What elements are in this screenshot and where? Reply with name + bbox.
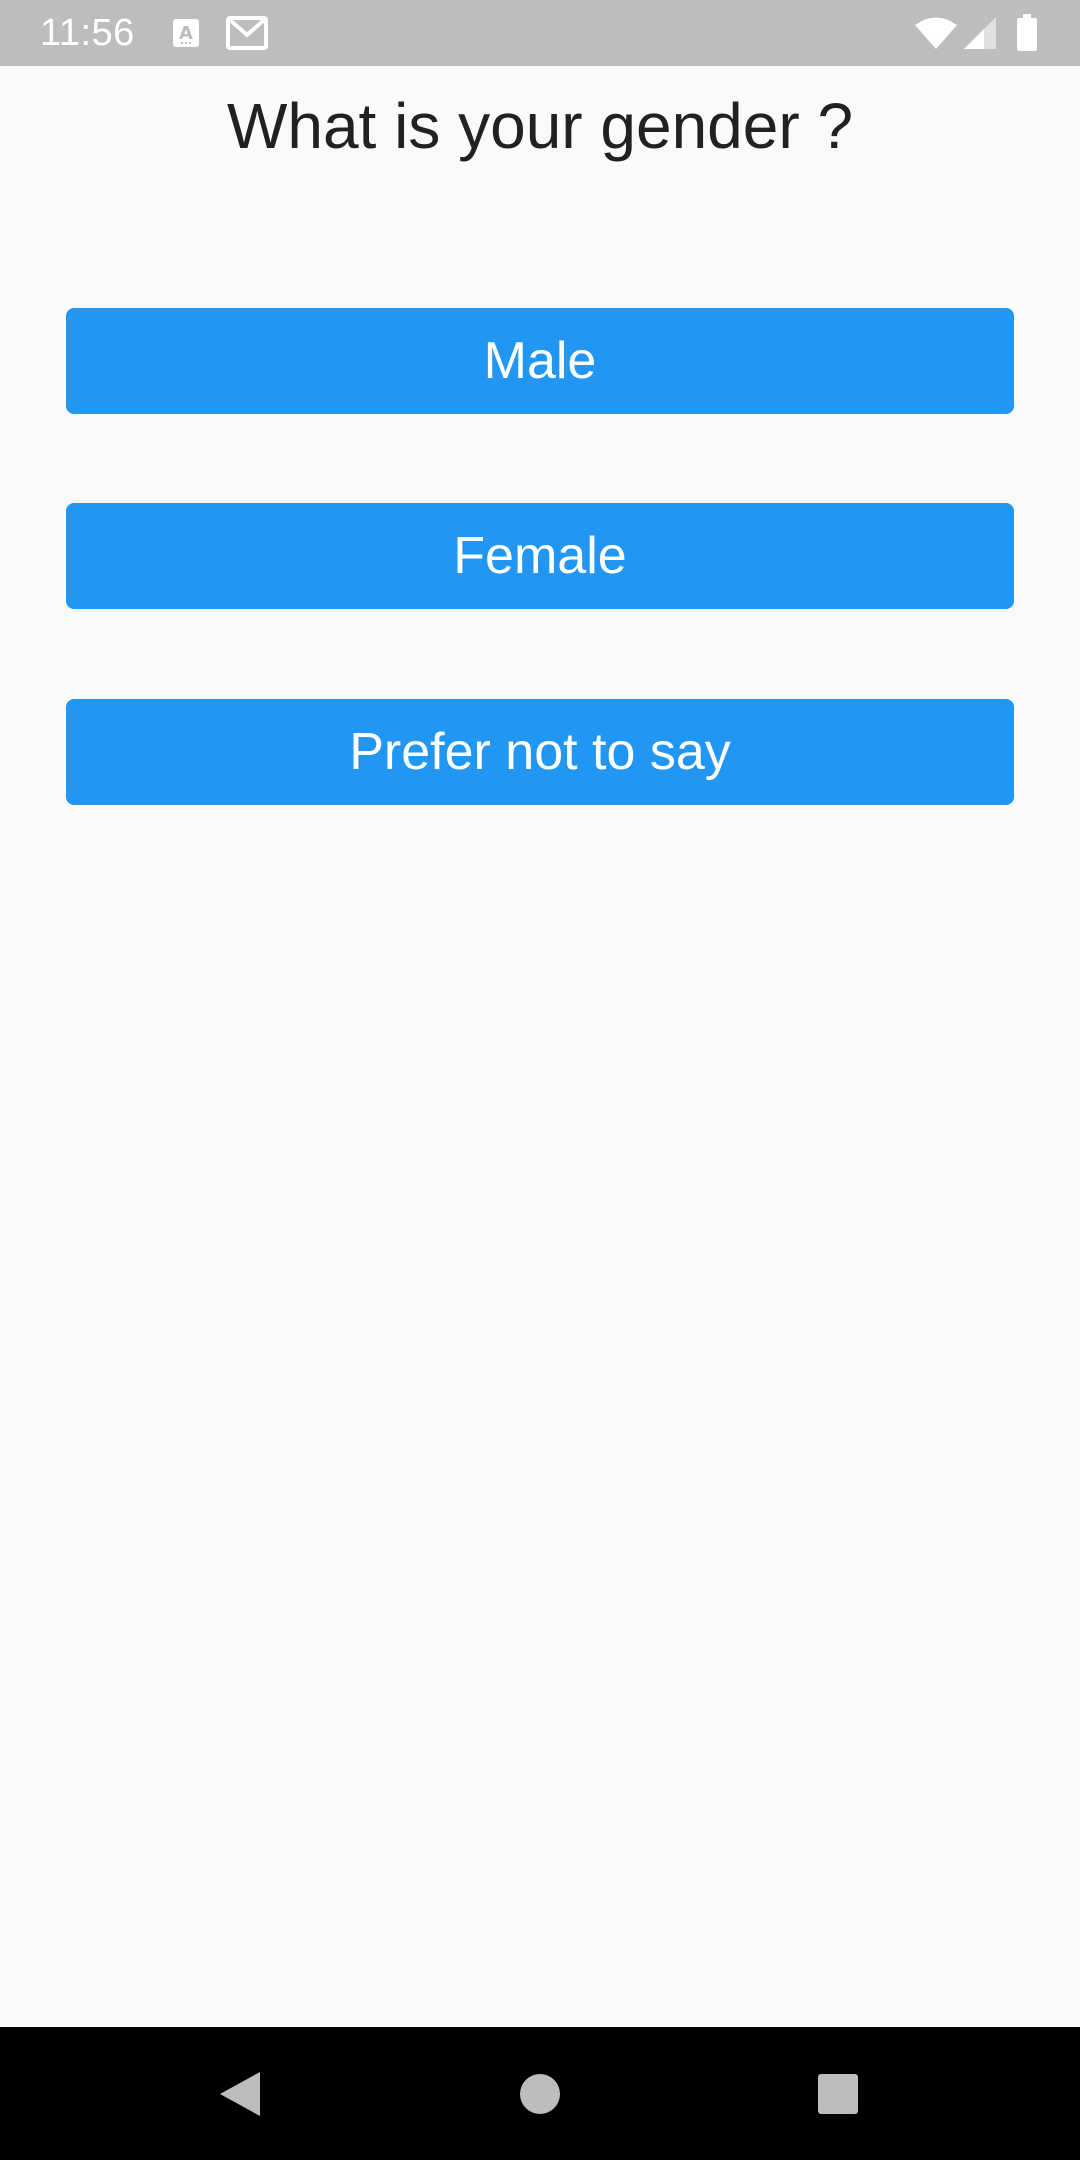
navigation-bar	[0, 2027, 1080, 2160]
svg-text:A: A	[179, 23, 193, 44]
status-time: 11:56	[40, 12, 135, 54]
back-button[interactable]	[190, 2047, 290, 2140]
back-icon	[220, 2071, 260, 2116]
gmail-icon	[226, 15, 268, 56]
screen: 11:56 A What is your gender ? Male Femal…	[0, 0, 1080, 2160]
home-icon	[520, 2073, 560, 2114]
a11y-font-icon: A	[172, 18, 200, 53]
page-title: What is your gender ?	[226, 90, 854, 162]
status-bar: 11:56 A	[0, 0, 1080, 66]
cellular-signal-icon	[962, 16, 998, 55]
recents-icon	[818, 2073, 858, 2114]
battery-icon	[1016, 14, 1038, 57]
prefer-not-to-say-button[interactable]: Prefer not to say	[66, 699, 1014, 805]
wifi-icon	[914, 16, 958, 55]
female-button[interactable]: Female	[66, 503, 1014, 609]
recents-button[interactable]	[788, 2047, 888, 2140]
home-button[interactable]	[490, 2047, 590, 2140]
male-button[interactable]: Male	[66, 308, 1014, 414]
